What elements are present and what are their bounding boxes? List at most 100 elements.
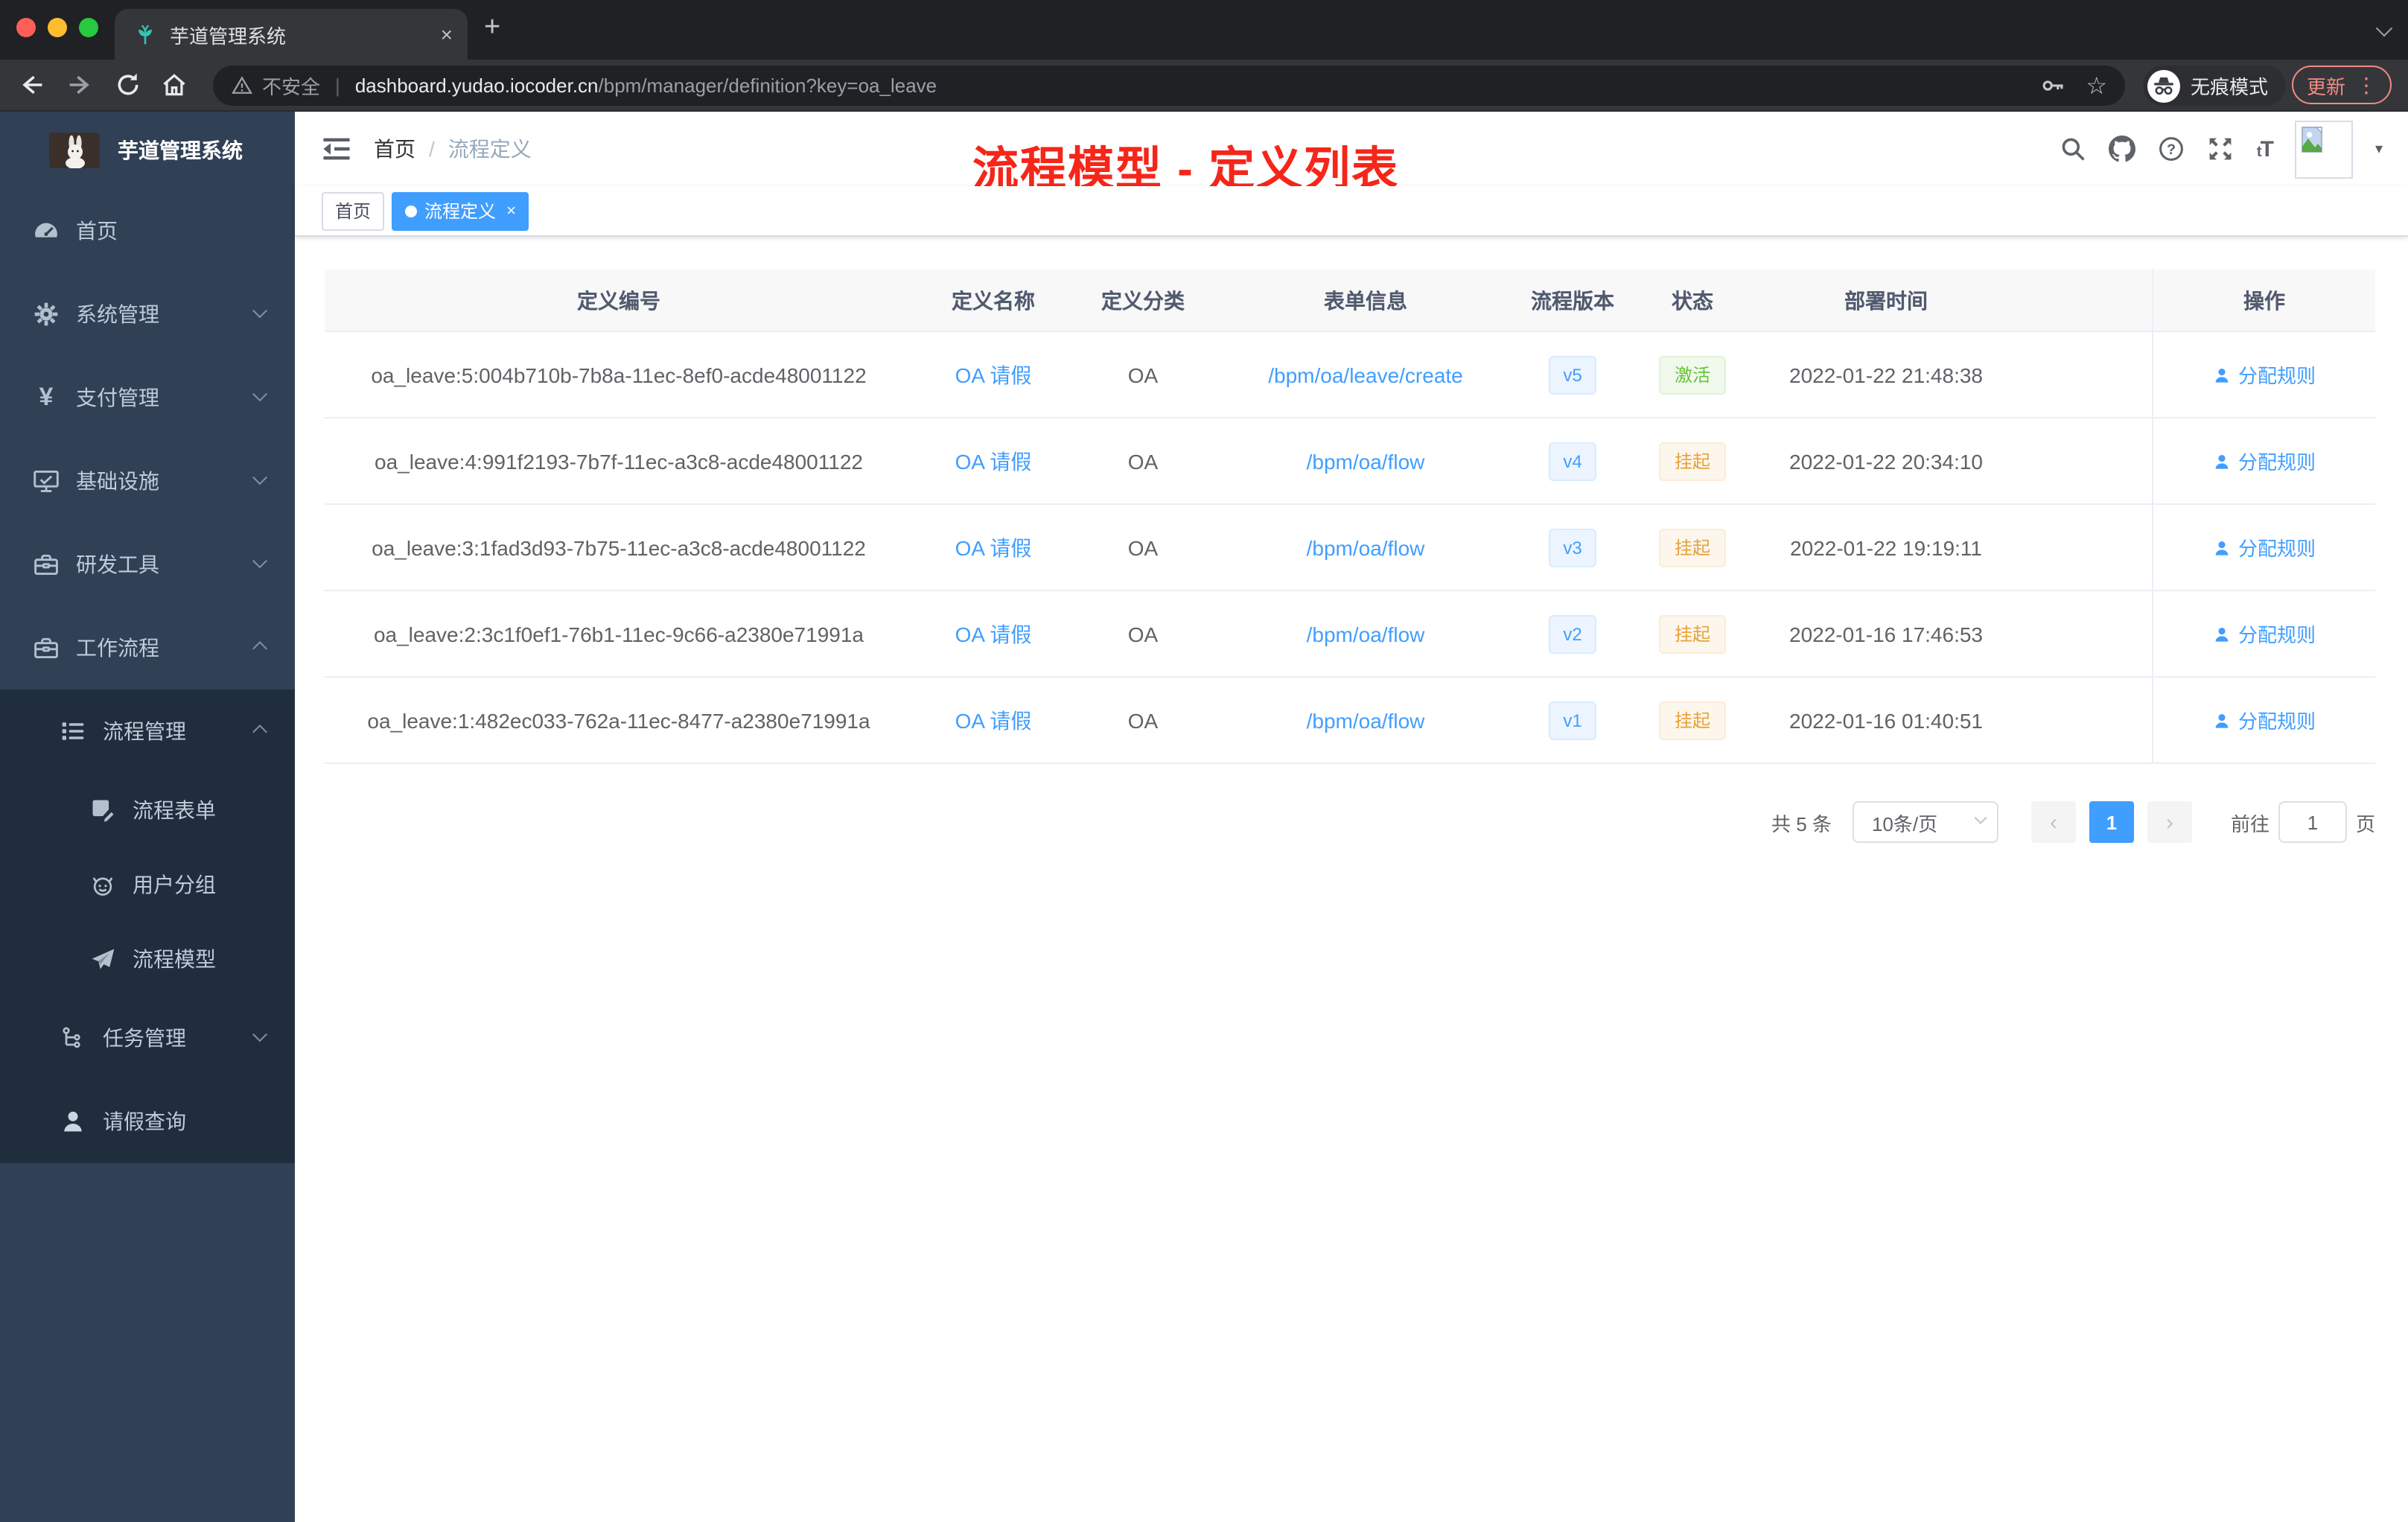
cell-deploy-time: 2022-01-22 20:34:10: [1789, 449, 1983, 473]
form-link[interactable]: /bpm/oa/flow: [1307, 622, 1425, 646]
sidebar-item-process-model[interactable]: 流程模型: [0, 922, 295, 996]
zoom-window-button[interactable]: [79, 18, 98, 37]
goto-page-input[interactable]: 1: [2278, 801, 2347, 843]
sidebar-item-label: 流程模型: [133, 947, 216, 971]
sidebar-item-infrastructure[interactable]: 基础设施: [0, 439, 295, 523]
minimize-window-button[interactable]: [48, 18, 67, 37]
github-icon[interactable]: [2109, 136, 2136, 162]
cell-definition-id: oa_leave:3:1fad3d93-7b75-11ec-a3c8-acde4…: [372, 535, 866, 559]
page-size-select[interactable]: 10条/页: [1852, 801, 1998, 843]
definition-table: 定义编号 定义名称 定义分类 表单信息 流程版本 状态 部署时间 操作 oa_l…: [325, 270, 2375, 764]
security-warning-icon: [232, 76, 252, 94]
bookmark-star-icon[interactable]: ☆: [2086, 71, 2107, 101]
definition-name-link[interactable]: OA 请假: [955, 446, 1032, 476]
sidebar-item-payment[interactable]: ¥ 支付管理: [0, 356, 295, 439]
definition-name-link[interactable]: OA 请假: [955, 360, 1032, 389]
toolbox-icon: [34, 554, 58, 576]
prev-page-button[interactable]: ‹: [2030, 801, 2076, 843]
assign-rule-button[interactable]: 分配规则: [2213, 533, 2316, 561]
tab-close-icon[interactable]: ×: [441, 24, 453, 45]
tag-process-definition[interactable]: 流程定义 ×: [392, 191, 529, 230]
app-title: 芋道管理系统: [118, 138, 243, 162]
person-icon: [2215, 454, 2229, 468]
new-tab-button[interactable]: +: [484, 13, 500, 42]
definition-name-link[interactable]: OA 请假: [955, 532, 1032, 562]
briefcase-icon: [34, 637, 58, 659]
definition-name-link[interactable]: OA 请假: [955, 705, 1032, 735]
sidebar-item-system[interactable]: 系统管理: [0, 273, 295, 356]
assign-rule-button[interactable]: 分配规则: [2213, 447, 2316, 475]
column-header: 定义分类: [1101, 288, 1185, 312]
sidebar-logo[interactable]: 芋道管理系统: [0, 112, 295, 189]
column-header: 表单信息: [1324, 288, 1407, 312]
help-icon[interactable]: ?: [2159, 136, 2185, 162]
page-content: 定义编号 定义名称 定义分类 表单信息 流程版本 状态 部署时间 操作 oa_l…: [295, 237, 2408, 843]
avatar-caret-icon[interactable]: ▾: [2375, 141, 2383, 157]
sidebar-item-user-group[interactable]: 用户分组: [0, 847, 295, 922]
chevron-down-icon: [252, 302, 267, 318]
page-number-current[interactable]: 1: [2089, 801, 2134, 843]
person-icon: [2215, 713, 2229, 727]
sidebar-item-process-form[interactable]: 流程表单: [0, 773, 295, 847]
security-label[interactable]: 不安全: [262, 71, 320, 100]
reload-button[interactable]: [115, 71, 143, 100]
form-link[interactable]: /bpm/oa/leave/create: [1268, 363, 1463, 386]
sidebar-item-label: 系统管理: [76, 302, 159, 326]
definition-name-link[interactable]: OA 请假: [955, 619, 1032, 649]
search-icon[interactable]: [2060, 136, 2087, 162]
active-dot-icon: [405, 205, 418, 217]
url-bar[interactable]: 不安全 | dashboard.yudao.iocoder.cn/bpm/man…: [213, 66, 2125, 106]
broken-image-icon: [2302, 126, 2322, 152]
font-size-icon[interactable]: tT: [2257, 136, 2274, 162]
sidebar-item-task-management[interactable]: 任务管理: [0, 996, 295, 1080]
home-button[interactable]: [161, 71, 189, 100]
form-link[interactable]: /bpm/oa/flow: [1307, 535, 1425, 559]
sidebar-item-leave-query[interactable]: 请假查询: [0, 1080, 295, 1163]
status-badge: 激活: [1659, 355, 1725, 394]
cell-definition-id: oa_leave:2:3c1f0ef1-76b1-11ec-9c66-a2380…: [373, 622, 864, 646]
table-row: oa_leave:3:1fad3d93-7b75-11ec-a3c8-acde4…: [325, 505, 2375, 591]
browser-menu-kebab-icon[interactable]: ⋮: [2356, 72, 2377, 98]
version-badge: v4: [1548, 442, 1597, 480]
avatar[interactable]: [2294, 120, 2353, 178]
browser-tab[interactable]: 芋道管理系统 ×: [115, 9, 468, 60]
form-link[interactable]: /bpm/oa/flow: [1307, 449, 1425, 473]
tab-search-chevron-icon[interactable]: [2375, 19, 2393, 37]
person-icon: [2215, 368, 2229, 382]
table-row: oa_leave:1:482ec033-762a-11ec-8477-a2380…: [325, 678, 2375, 764]
version-badge: v5: [1548, 355, 1597, 394]
tag-home[interactable]: 首页: [322, 191, 385, 230]
collapse-sidebar-icon[interactable]: [322, 134, 351, 164]
cell-category: OA: [1127, 535, 1159, 559]
sidebar-item-dev-tools[interactable]: 研发工具: [0, 523, 295, 606]
assign-rule-button[interactable]: 分配规则: [2213, 620, 2316, 648]
cell-definition-id: oa_leave:5:004b710b-7b8a-11ec-8ef0-acde4…: [371, 363, 867, 386]
chevron-down-icon: [252, 386, 267, 401]
column-header: 流程版本: [1531, 288, 1614, 312]
tag-label: 流程定义: [424, 201, 497, 222]
sidebar-item-workflow[interactable]: 工作流程: [0, 606, 295, 690]
chevron-up-icon: [252, 640, 267, 655]
monitor-icon: [34, 470, 59, 492]
column-header: 部署时间: [1844, 288, 1928, 312]
form-link[interactable]: /bpm/oa/flow: [1307, 708, 1425, 732]
forward-button[interactable]: [67, 71, 95, 100]
assign-rule-button[interactable]: 分配规则: [2213, 706, 2316, 734]
sidebar-item-home[interactable]: 首页: [0, 189, 295, 273]
breadcrumb: 首页 / 流程定义: [374, 134, 532, 164]
breadcrumb-home[interactable]: 首页: [374, 134, 415, 164]
tab-title: 芋道管理系统: [170, 25, 287, 47]
window-controls[interactable]: [16, 18, 98, 37]
fullscreen-icon[interactable]: [2208, 136, 2235, 162]
tag-close-icon[interactable]: ×: [506, 202, 516, 220]
assign-rule-button[interactable]: 分配规则: [2213, 360, 2316, 389]
tab-favicon-plant-icon: [138, 24, 152, 44]
next-page-button[interactable]: ›: [2147, 801, 2192, 843]
sidebar-item-process-management[interactable]: 流程管理: [0, 690, 295, 773]
password-key-icon[interactable]: [2039, 73, 2065, 98]
pagination-total: 共 5 条: [1771, 812, 1832, 835]
browser-update-button[interactable]: 更新 ⋮: [2292, 66, 2392, 104]
back-button[interactable]: [18, 71, 46, 100]
close-window-button[interactable]: [16, 18, 36, 37]
cell-category: OA: [1127, 708, 1159, 732]
